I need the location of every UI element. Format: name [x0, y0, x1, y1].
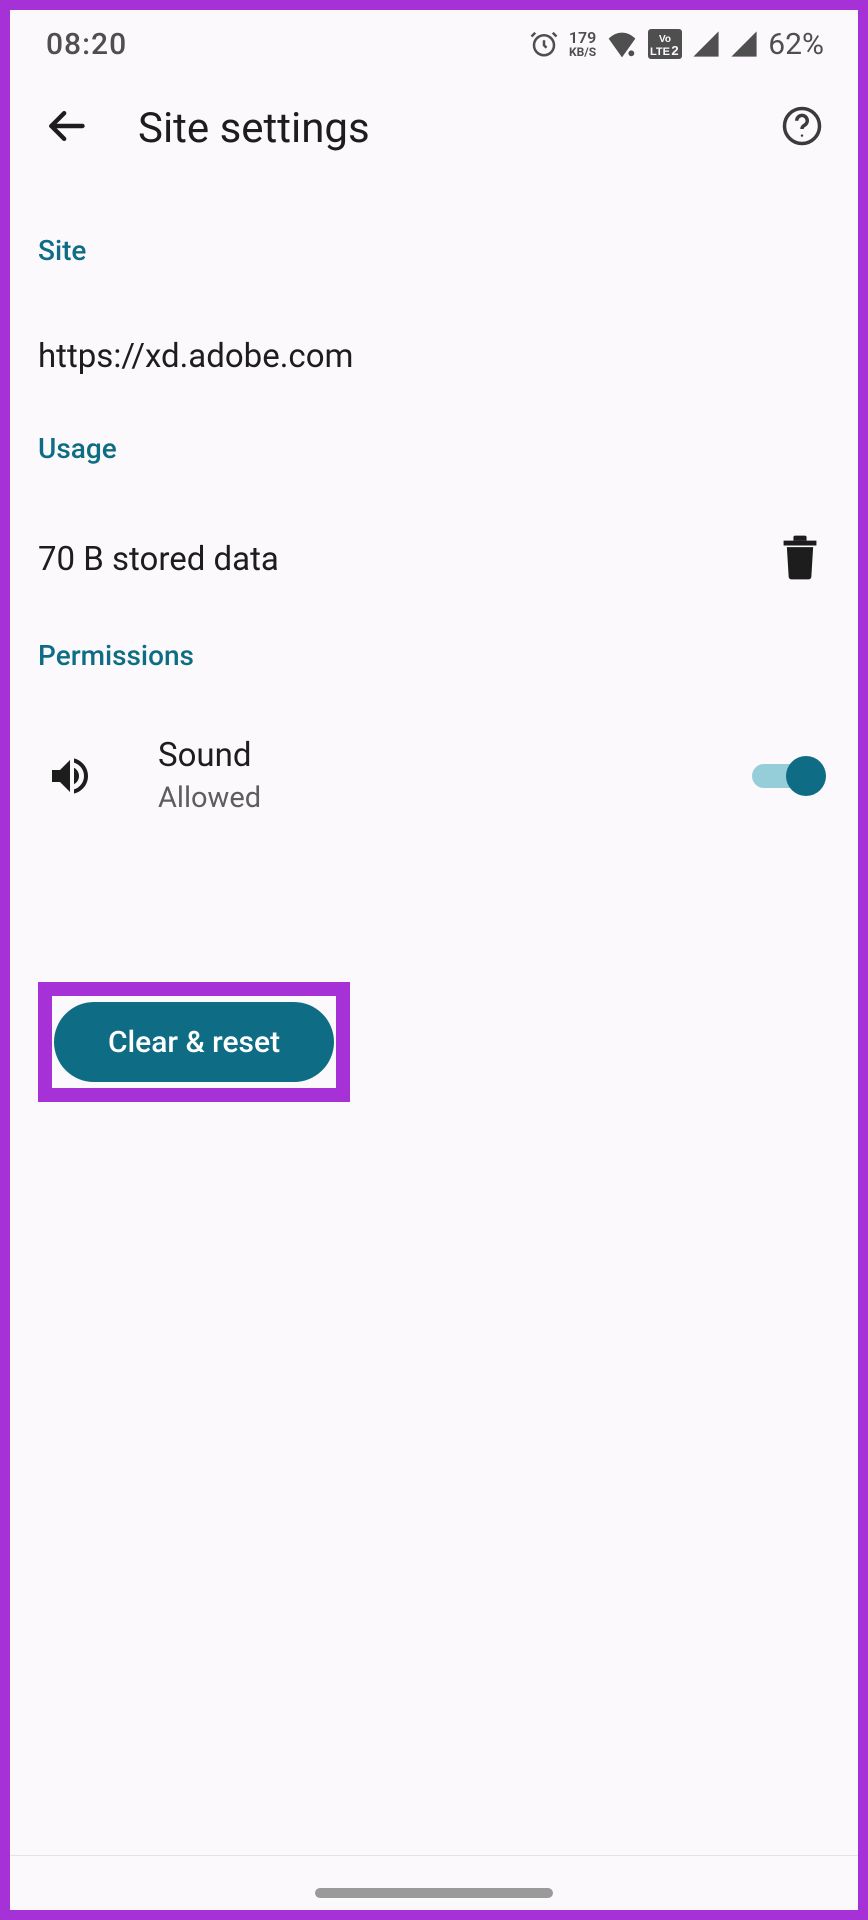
delete-storage-button[interactable] — [776, 535, 824, 583]
network-speed-indicator: 179 KB/S — [569, 30, 596, 58]
svg-text:LTE: LTE — [650, 46, 670, 58]
arrow-left-icon — [44, 104, 88, 152]
phone-frame: 08:20 179 KB/S VoLTE2 62% — [10, 10, 858, 1910]
sound-toggle[interactable] — [752, 756, 826, 796]
battery-percentage: 62% — [768, 27, 824, 62]
status-right: 179 KB/S VoLTE2 62% — [529, 27, 824, 62]
volte-icon: VoLTE2 — [648, 29, 682, 59]
status-bar: 08:20 179 KB/S VoLTE2 62% — [10, 10, 858, 78]
gesture-navigation-pill[interactable] — [315, 1888, 553, 1898]
help-icon — [781, 105, 823, 151]
help-button[interactable] — [774, 100, 830, 156]
site-section-label: Site — [38, 234, 830, 267]
clear-and-reset-button[interactable]: Clear & reset — [54, 1002, 334, 1082]
back-button[interactable] — [38, 100, 94, 156]
usage-text: 70 B stored data — [38, 540, 279, 579]
signal-1-icon — [692, 30, 720, 58]
permission-subtitle: Allowed — [158, 781, 752, 815]
app-header: Site settings — [10, 78, 858, 178]
permission-sound-row[interactable]: Sound Allowed — [38, 736, 830, 815]
wifi-icon — [606, 29, 638, 59]
alarm-icon — [529, 29, 559, 59]
permission-title: Sound — [158, 736, 752, 775]
annotation-highlight: Clear & reset — [38, 982, 350, 1102]
signal-2-icon — [730, 30, 758, 58]
trash-icon — [780, 534, 820, 584]
clear-and-reset-label: Clear & reset — [108, 1025, 280, 1060]
page-title: Site settings — [138, 104, 774, 153]
usage-row: 70 B stored data — [38, 535, 830, 583]
content-area: Site https://xd.adobe.com Usage 70 B sto… — [10, 234, 858, 815]
permissions-section-label: Permissions — [38, 639, 830, 672]
site-url[interactable]: https://xd.adobe.com — [38, 337, 830, 376]
status-time: 08:20 — [46, 27, 127, 62]
usage-section-label: Usage — [38, 432, 830, 465]
bottom-divider — [10, 1855, 858, 1856]
svg-text:2: 2 — [672, 43, 679, 58]
sound-icon — [40, 746, 100, 806]
svg-text:Vo: Vo — [659, 34, 671, 45]
